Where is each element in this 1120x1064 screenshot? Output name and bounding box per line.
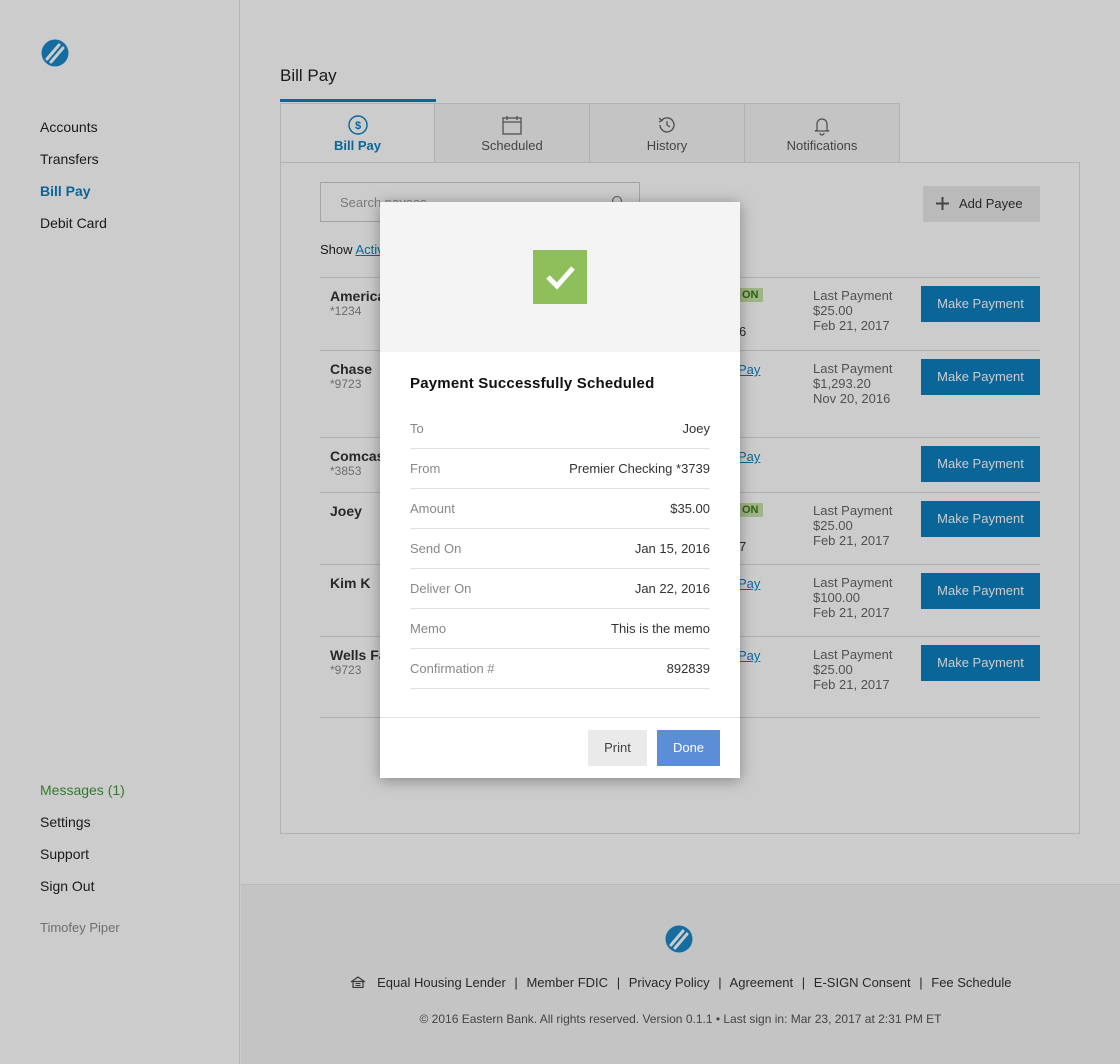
detail-label: Send On xyxy=(410,541,462,556)
detail-label: Amount xyxy=(410,501,455,516)
detail-value: Jan 22, 2016 xyxy=(634,581,710,596)
detail-value: 892839 xyxy=(666,661,710,676)
detail-row-deliver-on: Deliver On Jan 22, 2016 xyxy=(410,569,710,609)
done-button[interactable]: Done xyxy=(657,730,720,766)
detail-label: Deliver On xyxy=(410,581,472,596)
payment-details: To Joey From Premier Checking *3739 Amou… xyxy=(410,409,710,689)
detail-value: Jan 15, 2016 xyxy=(634,541,710,556)
modal-title: Payment Successfully Scheduled xyxy=(410,375,655,392)
payment-confirmation-modal: Payment Successfully Scheduled To Joey F… xyxy=(380,202,740,778)
detail-value: $35.00 xyxy=(670,501,710,516)
modal-header xyxy=(380,202,740,352)
detail-value: Premier Checking *3739 xyxy=(569,461,710,476)
detail-label: Confirmation # xyxy=(410,661,495,676)
detail-row-send-on: Send On Jan 15, 2016 xyxy=(410,529,710,569)
print-button[interactable]: Print xyxy=(588,730,647,766)
checkmark-icon xyxy=(533,250,587,304)
detail-row-from: From Premier Checking *3739 xyxy=(410,449,710,489)
detail-value: This is the memo xyxy=(611,621,710,636)
modal-footer: Print Done xyxy=(380,717,740,778)
detail-row-confirmation: Confirmation # 892839 xyxy=(410,649,710,689)
detail-row-memo: Memo This is the memo xyxy=(410,609,710,649)
detail-label: From xyxy=(410,461,441,476)
detail-value: Joey xyxy=(682,421,710,436)
detail-row-amount: Amount $35.00 xyxy=(410,489,710,529)
detail-label: Memo xyxy=(410,621,447,636)
detail-row-to: To Joey xyxy=(410,409,710,449)
detail-label: To xyxy=(410,421,424,436)
